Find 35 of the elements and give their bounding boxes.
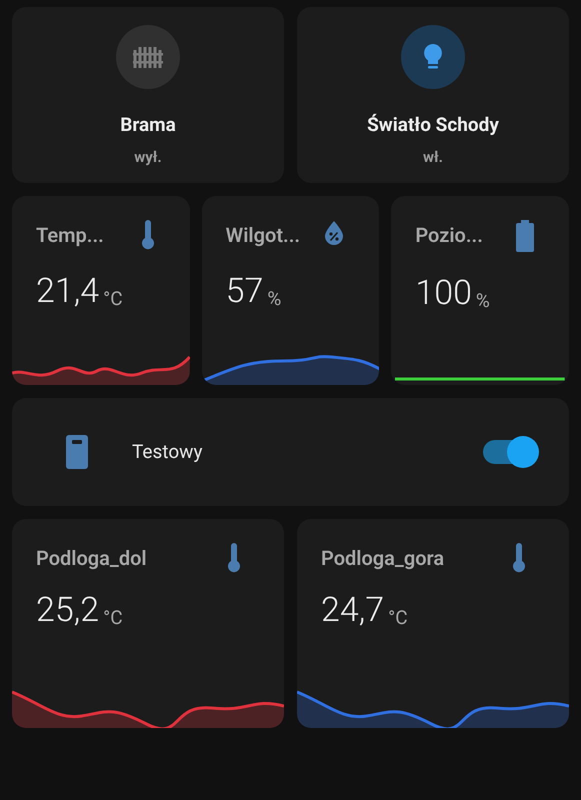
device-remote-icon bbox=[66, 435, 88, 469]
sensor-title: Podloga_dol bbox=[36, 545, 147, 572]
sensor-value: 21,4 bbox=[36, 274, 100, 308]
water-drop-percent-icon bbox=[323, 220, 346, 246]
tile-name: Światło Schody bbox=[367, 112, 499, 138]
sensor-card[interactable]: Temp... 21,4°C bbox=[12, 196, 190, 385]
thermometer-icon bbox=[140, 220, 156, 250]
lightbulb-icon bbox=[423, 43, 443, 71]
unit-label: °C bbox=[388, 608, 408, 627]
sensor-value: 57 bbox=[226, 274, 264, 308]
unit-label: % bbox=[267, 289, 282, 308]
thermometer-icon bbox=[226, 543, 242, 573]
sensor-title: Temp... bbox=[36, 222, 104, 249]
sensor-card[interactable]: Pozio... 100% bbox=[391, 196, 570, 385]
battery-icon bbox=[515, 220, 536, 252]
sensor-title: Pozio... bbox=[415, 222, 483, 249]
sensor-card[interactable]: Podloga_gora 24,7°C bbox=[297, 519, 569, 728]
unit-label: % bbox=[476, 291, 490, 310]
thermometer-icon bbox=[511, 543, 527, 573]
unit-label: °C bbox=[103, 289, 123, 308]
tile-state: wł. bbox=[423, 146, 443, 168]
switch-label: Testowy bbox=[132, 438, 202, 465]
sensor-card[interactable]: Podloga_dol 25,2°C bbox=[12, 519, 284, 728]
sensor-value: 24,7 bbox=[321, 593, 384, 627]
sensor-value: 100 bbox=[415, 276, 472, 310]
sensor-title: Wilgot... bbox=[226, 222, 300, 249]
unit-label: °C bbox=[103, 608, 123, 627]
tile-state: wył. bbox=[134, 146, 162, 168]
fence-icon bbox=[133, 46, 163, 68]
tile-name: Brama bbox=[120, 112, 176, 138]
sensor-title: Podloga_gora bbox=[321, 545, 444, 572]
sensor-value: 25,2 bbox=[36, 593, 100, 627]
device-tile[interactable]: Brama wył. bbox=[12, 7, 284, 183]
sensor-card[interactable]: Wilgot... 57% bbox=[202, 196, 380, 385]
device-tile[interactable]: Światło Schody wł. bbox=[297, 7, 569, 183]
